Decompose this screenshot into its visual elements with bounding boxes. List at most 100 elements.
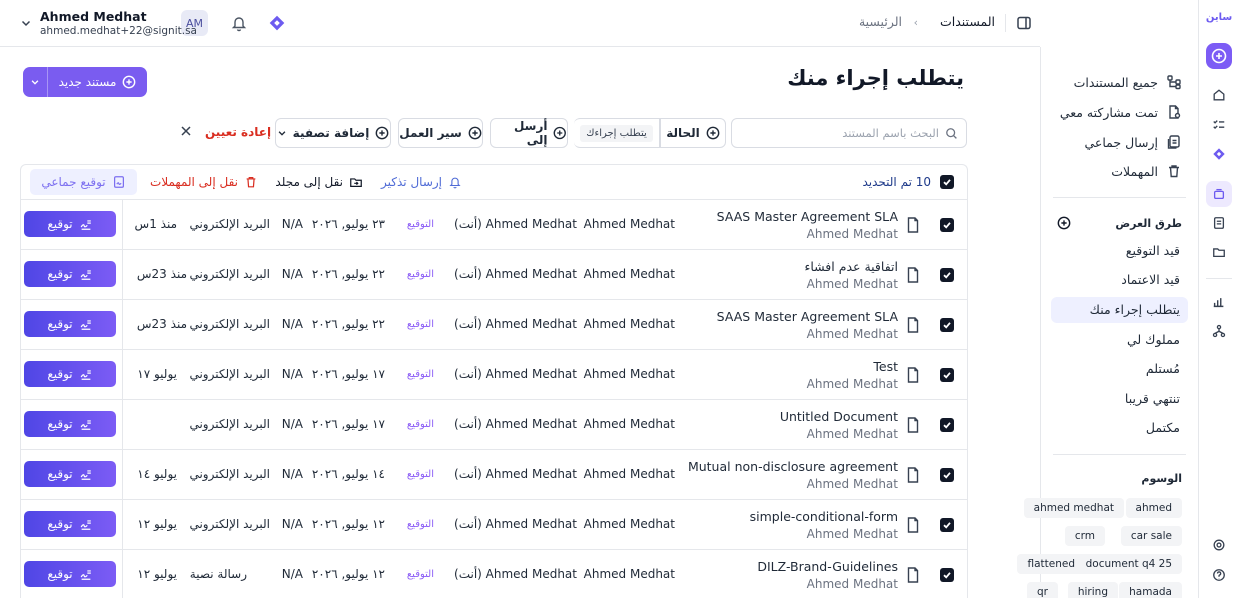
add-filter-button[interactable]: إضافة تصفية: [275, 118, 391, 148]
workflow-rail-button[interactable]: [1206, 318, 1232, 344]
send-to-filter[interactable]: أرسل إلى: [490, 118, 568, 148]
search-box[interactable]: [731, 118, 967, 148]
search-input[interactable]: [740, 126, 939, 140]
row-checkbox[interactable]: [940, 218, 954, 232]
row-checkbox[interactable]: [940, 518, 954, 532]
table-row[interactable]: SAAS Master Agreement SLA Ahmed Medhat A…: [21, 300, 967, 350]
sidebar-toggle-icon[interactable]: [1016, 15, 1032, 31]
expiry-value: N/A: [281, 467, 303, 481]
sign-button[interactable]: توقيع: [24, 461, 116, 487]
sign-button[interactable]: توقيع: [24, 261, 116, 287]
tag-chip[interactable]: ahmed medhat: [1023, 498, 1124, 518]
signature-icon: [80, 520, 91, 530]
row-checkbox[interactable]: [940, 418, 954, 432]
create-button[interactable]: [1206, 43, 1232, 69]
document-owner: Ahmed Medhat: [806, 577, 898, 591]
sidebar-item-label: إرسال جماعي: [1084, 134, 1159, 150]
close-icon[interactable]: [179, 124, 193, 138]
delivery-channel: البريد الإلكتروني: [189, 317, 270, 331]
chevron-down-icon[interactable]: [20, 17, 32, 29]
row-checkbox[interactable]: [940, 468, 954, 482]
view-received[interactable]: مُستلم: [1051, 356, 1188, 382]
sender-name: Ahmed Medhat: [583, 267, 675, 281]
user-name[interactable]: Ahmed Medhat: [40, 9, 147, 24]
document-name[interactable]: simple-conditional-form: [750, 509, 898, 524]
home-rail-button[interactable]: [1206, 82, 1232, 108]
document-name[interactable]: Test: [873, 359, 898, 374]
document-name[interactable]: SAAS Master Agreement SLA: [717, 209, 898, 224]
document-name[interactable]: Mutual non-disclosure agreement: [688, 459, 898, 474]
add-view-icon[interactable]: [1057, 216, 1071, 230]
tag-chip[interactable]: car sale: [1120, 526, 1182, 546]
table-row[interactable]: simple-conditional-form Ahmed Medhat Ahm…: [21, 500, 967, 550]
sign-button[interactable]: توقيع: [24, 361, 116, 387]
reset-filters-button[interactable]: إعادة تعيين: [205, 125, 271, 139]
sign-button[interactable]: توقيع: [24, 561, 116, 587]
bell-icon[interactable]: [231, 14, 247, 32]
file-icon: [907, 417, 919, 433]
tag-chip[interactable]: document q4 25: [1075, 554, 1182, 574]
row-checkbox[interactable]: [940, 318, 954, 332]
document-name[interactable]: SAAS Master Agreement SLA: [717, 309, 898, 324]
table-row[interactable]: Mutual non-disclosure agreement Ahmed Me…: [21, 450, 967, 500]
tasks-rail-button[interactable]: [1206, 112, 1232, 138]
breadcrumb-home[interactable]: الرئيسية: [859, 14, 902, 29]
view-pending-approval[interactable]: قيد الاعتماد: [1051, 267, 1188, 293]
send-reminder-button[interactable]: إرسال تذكير: [381, 175, 462, 189]
view-completed[interactable]: مكتمل: [1051, 415, 1188, 441]
reports-rail-button[interactable]: [1206, 289, 1232, 315]
tag-chip[interactable]: ahmed: [1125, 498, 1182, 518]
view-action-required[interactable]: يتطلب إجراء منك: [1051, 297, 1188, 323]
new-document-dropdown[interactable]: [23, 67, 48, 97]
table-row[interactable]: SAAS Master Agreement SLA Ahmed Medhat A…: [21, 200, 967, 250]
move-to-trash-button[interactable]: نقل إلى المهملات: [150, 175, 258, 189]
row-checkbox[interactable]: [940, 368, 954, 382]
document-name[interactable]: Untitled Document: [780, 409, 898, 424]
move-to-folder-button[interactable]: نقل إلى مجلد: [275, 175, 363, 189]
sidebar-item-shared-with-me[interactable]: تمت مشاركته معي: [1051, 99, 1188, 125]
help-rail-button[interactable]: [1206, 562, 1232, 588]
sender-name: Ahmed Medhat: [583, 317, 675, 331]
document-name[interactable]: DILZ-Brand-Guidelines: [757, 559, 898, 574]
select-all-checkbox[interactable]: [940, 175, 954, 189]
sidebar-item-trash[interactable]: المهملات: [1051, 158, 1188, 184]
sign-button[interactable]: توقيع: [24, 511, 116, 537]
sidebar-item-bulk-send[interactable]: إرسال جماعي: [1051, 129, 1188, 155]
table-row[interactable]: اتفاقية عدم افشاء Ahmed Medhat Ahmed Med…: [21, 250, 967, 300]
sign-button[interactable]: توقيع: [24, 411, 116, 437]
table-row[interactable]: Test Ahmed Medhat Ahmed Medhat Ahmed Med…: [21, 350, 967, 400]
tag-chip[interactable]: flattened: [1017, 554, 1085, 574]
view-owned-by-me[interactable]: مملوك لي: [1051, 327, 1188, 353]
new-document-button[interactable]: مستند جديد: [23, 67, 147, 97]
documents-rail-button[interactable]: [1206, 181, 1232, 207]
view-pending-signature[interactable]: قيد التوقيع: [1051, 238, 1188, 264]
status-filter-value[interactable]: يتطلب إجراءك: [574, 118, 660, 148]
document-name[interactable]: اتفاقية عدم افشاء: [804, 259, 898, 274]
tag-chip[interactable]: hamada: [1119, 582, 1182, 598]
table-row[interactable]: DILZ-Brand-Guidelines Ahmed Medhat Ahmed…: [21, 550, 967, 598]
tag-chip[interactable]: crm: [1064, 526, 1105, 546]
folders-rail-button[interactable]: [1206, 239, 1232, 265]
sign-diamond-icon[interactable]: [268, 14, 286, 32]
new-document-main[interactable]: مستند جديد: [48, 75, 147, 89]
bulk-sign-button[interactable]: توقيع جماعي: [30, 169, 137, 195]
sidebar-item-all-documents[interactable]: جميع المستندات: [1051, 69, 1188, 95]
sign-button[interactable]: توقيع: [24, 211, 116, 237]
status-filter[interactable]: الحالة: [660, 118, 726, 148]
sidebar-divider: [1053, 197, 1186, 198]
tag-chip[interactable]: qr: [1027, 582, 1058, 598]
sent-date: ١٧ يوليو, ٢٠٢٦: [311, 417, 385, 431]
file-icon: [907, 517, 919, 533]
sign-rail-button[interactable]: [1206, 141, 1232, 167]
forms-rail-button[interactable]: [1206, 210, 1232, 236]
view-expiring-soon[interactable]: تنتهي قريبا: [1051, 386, 1188, 412]
app-logo[interactable]: ساين: [1204, 12, 1234, 30]
tag-chip[interactable]: hiring: [1067, 582, 1118, 598]
row-checkbox[interactable]: [940, 568, 954, 582]
workflow-filter[interactable]: سير العمل: [398, 118, 483, 148]
table-row[interactable]: Untitled Document Ahmed Medhat Ahmed Med…: [21, 400, 967, 450]
settings-rail-button[interactable]: [1206, 532, 1232, 558]
sign-button[interactable]: توقيع: [24, 311, 116, 337]
signature-icon: [80, 220, 91, 230]
row-checkbox[interactable]: [940, 268, 954, 282]
